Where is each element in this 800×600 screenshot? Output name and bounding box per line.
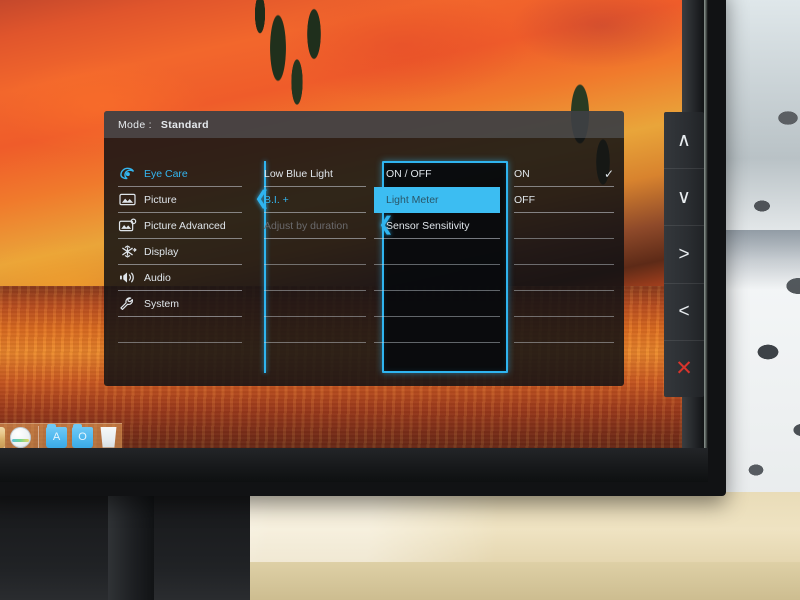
right-button[interactable]: > — [664, 226, 704, 284]
submenu-item-adjust-by-duration[interactable]: Adjust by duration — [264, 213, 366, 239]
value-filler-row — [514, 239, 614, 265]
menu-filler-row — [118, 317, 242, 343]
submenu-item-label: B.I. + — [264, 193, 289, 206]
submenu-filler-row — [264, 239, 366, 265]
eye-icon — [118, 166, 137, 181]
sidebar-item-label: Audio — [144, 271, 171, 284]
mode-label: Mode : — [118, 118, 152, 131]
osd-control-buttons: ∧ ∨ > < ✕ — [664, 112, 704, 397]
desktop-dock[interactable]: A O — [0, 423, 122, 450]
monitor-bezel-highlight — [704, 0, 708, 482]
option-item-label: Sensor Sensitivity — [386, 219, 470, 232]
sidebar-item-eye-care[interactable]: Eye Care — [118, 161, 242, 187]
check-icon: ✓ — [603, 166, 614, 181]
osd-options-column: ON / OFF Light Meter Sensor Sensitivity — [374, 138, 500, 386]
wrench-icon — [118, 296, 137, 311]
option-item-label: ON / OFF — [386, 168, 432, 180]
option-filler-row — [374, 317, 500, 343]
submenu-filler-row — [264, 265, 366, 291]
folder-a-label: A — [52, 430, 61, 443]
value-item-label: ON — [514, 167, 530, 180]
option-filler-row — [374, 343, 500, 369]
sidebar-item-system[interactable]: System — [118, 291, 242, 317]
value-filler-row — [514, 213, 614, 239]
submenu-item-bi-plus[interactable]: B.I. + — [264, 187, 366, 213]
sidebar-item-label: System — [144, 297, 180, 310]
folder-o-icon[interactable]: O — [72, 423, 93, 448]
osd-body: Eye Care Picture Picture Advanced Displa… — [104, 138, 624, 386]
left-button[interactable]: < — [664, 284, 704, 341]
trash-icon[interactable] — [100, 426, 117, 448]
osd-menu-column: Eye Care Picture Picture Advanced Displa… — [104, 138, 250, 386]
close-button[interactable]: ✕ — [664, 341, 704, 397]
snowflake-icon — [118, 244, 137, 259]
osd-submenu-column: Low Blue Light B.I. + Adjust by duration — [250, 138, 374, 386]
submenu-item-label: Low Blue Light — [264, 167, 333, 180]
option-item-light-meter[interactable]: Light Meter — [374, 187, 500, 213]
sidebar-item-label: Display — [144, 245, 179, 258]
up-button[interactable]: ∧ — [664, 112, 704, 170]
value-item-off[interactable]: OFF — [514, 187, 614, 213]
sidebar-item-label: Eye Care — [144, 167, 188, 180]
value-filler-row — [514, 317, 614, 343]
option-item-on-off[interactable]: ON / OFF — [374, 161, 500, 187]
picture-advanced-icon — [118, 218, 137, 233]
monitor-body: A O Mode : Standard Eye Care Picture Pic… — [0, 0, 726, 496]
dock-separator — [38, 426, 39, 448]
menu-filler-row — [118, 343, 242, 369]
option-filler-row — [374, 265, 500, 291]
option-item-sensor-sensitivity[interactable]: Sensor Sensitivity — [374, 213, 500, 239]
value-item-on[interactable]: ON ✓ — [514, 161, 614, 187]
sidebar-item-audio[interactable]: Audio — [118, 265, 242, 291]
submenu-item-low-blue-light[interactable]: Low Blue Light — [264, 161, 366, 187]
sidebar-item-picture-advanced[interactable]: Picture Advanced — [118, 213, 242, 239]
screenshot-stage: A O Mode : Standard Eye Care Picture Pic… — [0, 0, 800, 600]
submenu-filler-row — [264, 317, 366, 343]
option-filler-row — [374, 239, 500, 265]
sidebar-item-picture[interactable]: Picture — [118, 187, 242, 213]
mode-value: Standard — [160, 118, 209, 131]
monitor-bezel-bottom — [0, 448, 708, 482]
down-button[interactable]: ∨ — [664, 169, 704, 227]
osd-values-column: ON ✓ OFF — [500, 138, 624, 386]
option-filler-row — [374, 291, 500, 317]
value-item-label: OFF — [514, 193, 535, 206]
submenu-filler-row — [264, 343, 366, 369]
folder-o-label: O — [78, 430, 87, 443]
osd-panel: Mode : Standard Eye Care Picture Picture… — [104, 111, 624, 386]
disc-icon[interactable] — [10, 426, 31, 448]
stacks-icon[interactable] — [0, 426, 5, 448]
sidebar-item-label: Picture — [144, 193, 177, 206]
submenu-item-label: Adjust by duration — [264, 219, 349, 232]
folder-a-icon[interactable]: A — [46, 423, 67, 448]
value-filler-row — [514, 265, 614, 291]
speaker-icon — [118, 270, 137, 285]
wall-shadow — [726, 230, 800, 290]
value-filler-row — [514, 291, 614, 317]
osd-header: Mode : Standard — [104, 111, 624, 138]
picture-icon — [118, 192, 137, 207]
sidebar-item-display[interactable]: Display — [118, 239, 242, 265]
value-filler-row — [514, 343, 614, 369]
monitor-screen: A O Mode : Standard Eye Care Picture Pic… — [0, 0, 686, 452]
sidebar-item-label: Picture Advanced — [144, 219, 226, 232]
submenu-filler-row — [264, 291, 366, 317]
option-item-label: Light Meter — [386, 194, 439, 206]
